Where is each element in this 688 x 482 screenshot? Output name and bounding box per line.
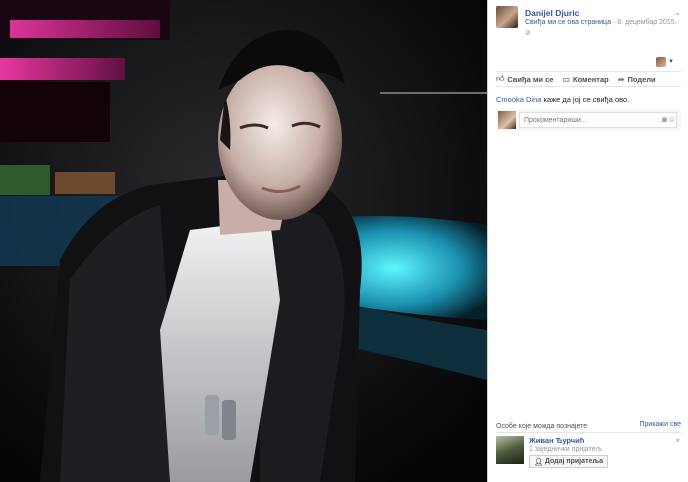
photo-viewer: Danijel Djuric Свиђа ми се ова страница …: [0, 0, 688, 482]
friend-name[interactable]: Живан Ђурчић: [529, 436, 584, 445]
caret-down-icon: ▼: [668, 59, 674, 65]
likes-line: Cmooka Dina каже да јој се свиђа ово.: [496, 95, 629, 104]
add-person-icon: 👤︎: [534, 458, 543, 466]
photo-image: [0, 0, 487, 482]
add-friend-label: Додај пријатеља: [544, 458, 604, 465]
divider: [496, 432, 681, 433]
photo[interactable]: [0, 0, 487, 482]
profile-mini-avatar: [656, 57, 667, 67]
likes-text: каже да јој се свиђа ово.: [541, 95, 630, 104]
speech-bubble-icon: ▭: [562, 74, 570, 84]
comment-button[interactable]: ▭ Коментар: [562, 75, 608, 84]
chevron-down-icon[interactable]: ⌄: [674, 8, 681, 17]
thumbs-up-icon: 👍︎: [496, 74, 505, 83]
people-you-may-know: Особе које можда познајете Прикажи све: [496, 421, 681, 433]
post-date[interactable]: 8. децембар 2015.: [617, 19, 676, 26]
liker-name[interactable]: Cmooka Dina: [496, 95, 541, 104]
author-avatar[interactable]: [496, 6, 518, 28]
friend-avatar[interactable]: [496, 436, 524, 464]
pymk-title: Особе које можда познајете: [496, 423, 588, 430]
globe-icon: ⊘: [525, 30, 531, 37]
share-button[interactable]: ➦ Подели: [618, 75, 656, 84]
comment-composer: ◙ ☺: [496, 109, 681, 131]
action-bar: 👍︎ Свиђа ми се ▭ Коментар ➦ Подели: [496, 71, 681, 87]
see-all-link[interactable]: Прикажи све: [639, 421, 681, 428]
post-meta: Свиђа ми се ова страница · 8. децембар 2…: [525, 19, 677, 26]
mutual-friends[interactable]: 1 заједнички пријатељ: [529, 446, 602, 453]
share-label: Подели: [627, 74, 656, 84]
post-sidebar: Danijel Djuric Свиђа ми се ова страница …: [487, 0, 688, 482]
friend-suggestion: Живан Ђурчић 1 заједнички пријатељ 👤︎ До…: [496, 436, 681, 470]
share-arrow-icon: ➦: [617, 74, 625, 84]
react-as-switcher[interactable]: ▼: [656, 57, 674, 67]
camera-icon[interactable]: ◙: [662, 115, 667, 124]
close-icon[interactable]: ×: [675, 436, 680, 445]
sticker-icon[interactable]: ☺: [668, 115, 676, 124]
comment-input[interactable]: [519, 112, 677, 128]
commenter-avatar: [498, 111, 516, 129]
like-button[interactable]: 👍︎ Свиђа ми се: [496, 74, 553, 84]
post-header: Danijel Djuric Свиђа ми се ова страница …: [496, 6, 681, 40]
author-name[interactable]: Danijel Djuric: [525, 8, 579, 18]
like-label: Свиђа ми се: [507, 74, 554, 84]
add-friend-button[interactable]: 👤︎ Додај пријатеља: [529, 455, 609, 468]
page-like-link[interactable]: Свиђа ми се ова страница: [525, 19, 611, 26]
comment-label: Коментар: [573, 74, 609, 84]
